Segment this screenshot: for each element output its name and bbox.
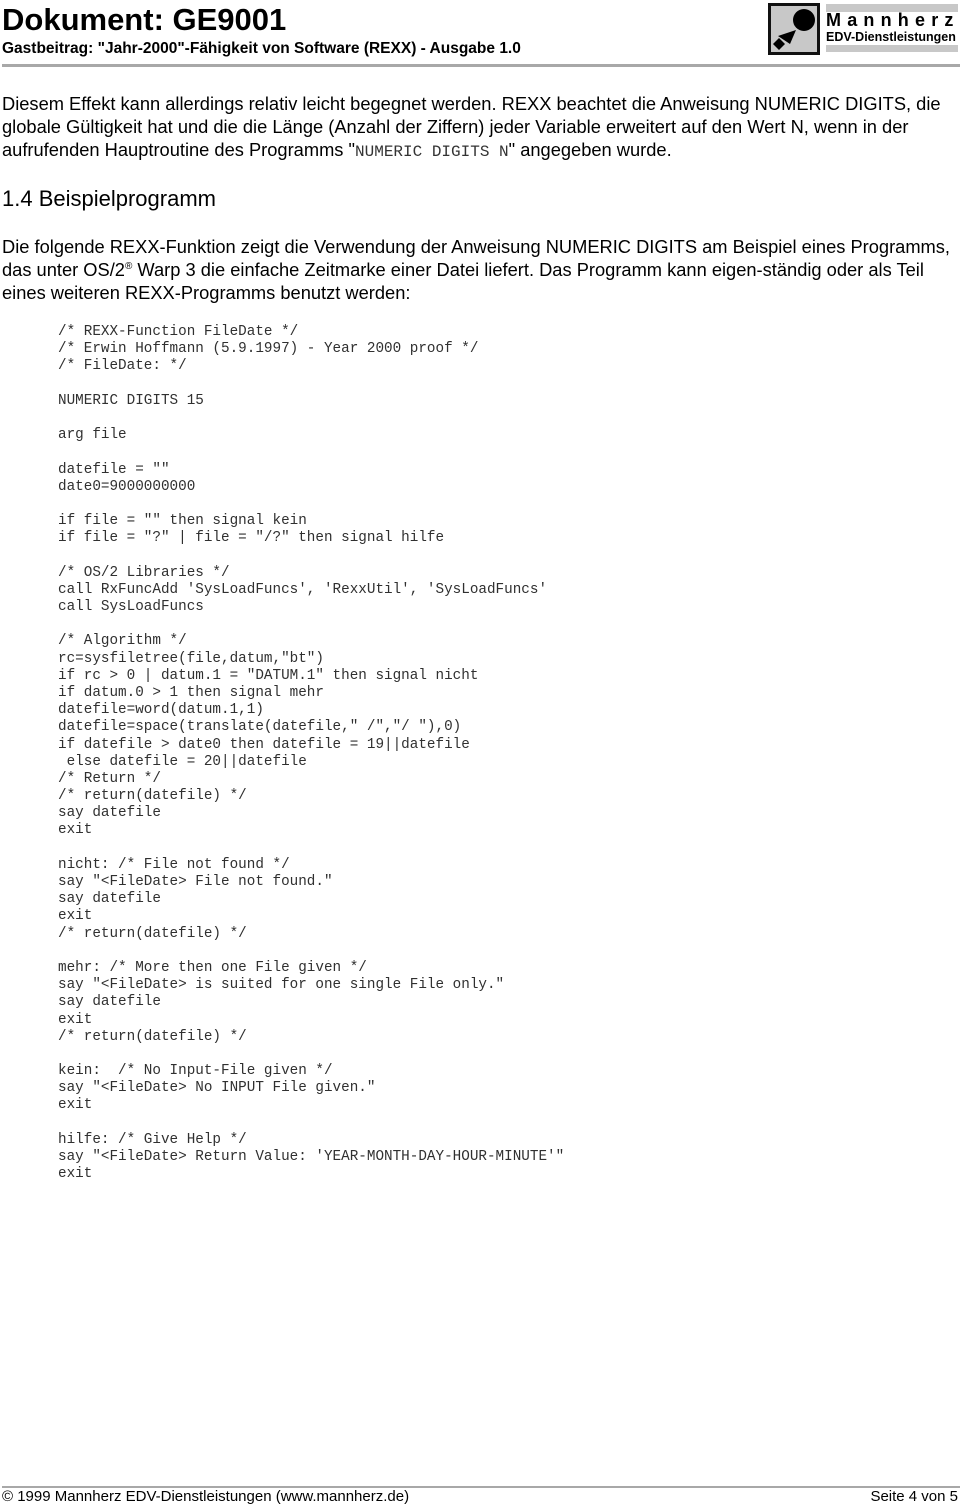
code-line: /* OS/2 Libraries */ [58, 564, 230, 581]
code-line: rc=sysfiletree(file,datum,"bt") [58, 650, 324, 667]
document-subtitle: Gastbeitrag: "Jahr-2000"-Fähigkeit von S… [2, 40, 521, 57]
code-line: date0=9000000000 [58, 478, 196, 495]
section-text-2: Warp 3 die einfache Zeitmarke einer Date… [2, 259, 924, 303]
code-line: /* return(datefile) */ [58, 1028, 247, 1045]
code-line: /* return(datefile) */ [58, 925, 247, 942]
code-line: /* Erwin Hoffmann (5.9.1997) - Year 2000… [58, 341, 479, 358]
code-line: /* Return */ [58, 770, 161, 787]
code-line: say "<FileDate> is suited for one single… [58, 977, 505, 994]
code-line: /* return(datefile) */ [58, 788, 247, 805]
code-line: exit [58, 822, 93, 839]
code-line: /* Algorithm */ [58, 633, 187, 650]
code-line: exit [58, 1166, 93, 1183]
code-line: kein: /* No Input-File given */ [58, 1063, 333, 1080]
brand-name: Mannherz [826, 10, 960, 30]
code-line: call SysLoadFuncs [58, 599, 204, 615]
code-line: exit [58, 1097, 93, 1114]
section-paragraph: Die folgende REXX-Funktion zeigt die Ver… [2, 235, 957, 304]
code-line: if file = "" then signal kein [58, 513, 307, 530]
mannherz-logo-icon [768, 3, 820, 55]
code-line: exit [58, 1011, 93, 1028]
brand-bar-bottom [826, 45, 958, 52]
code-line: NUMERIC DIGITS 15 [58, 392, 204, 409]
inline-code: NUMERIC DIGITS N [355, 143, 509, 161]
brand-tagline: EDV-Dienstleistungen [826, 30, 956, 44]
code-line: say datefile [58, 891, 161, 908]
code-line: /* REXX-Function FileDate */ [58, 324, 299, 340]
code-listing: /* REXX-Function FileDate *//* Erwin Hof… [58, 324, 564, 1183]
code-line: datefile = "" [58, 461, 170, 478]
code-line: if datum.0 > 1 then signal mehr [58, 684, 324, 701]
code-line: datefile=space(translate(datefile," /","… [58, 719, 462, 736]
code-line: mehr: /* More then one File given */ [58, 959, 367, 976]
code-line: /* FileDate: */ [58, 358, 187, 375]
logo-glyph-icon [773, 9, 815, 50]
code-line: if file = "?" | file = "/?" then signal … [58, 530, 445, 547]
code-line: say "<FileDate> Return Value: 'YEAR-MONT… [58, 1149, 565, 1165]
code-line: arg file [58, 427, 127, 444]
code-line: say datefile [58, 994, 161, 1011]
code-line: else datefile = 20||datefile [58, 753, 307, 770]
code-line: hilfe: /* Give Help */ [58, 1131, 247, 1148]
document-title: Dokument: GE9001 [2, 2, 287, 37]
footer-copyright: © 1999 Mannherz EDV-Dienstleistungen (ww… [2, 1488, 410, 1505]
code-line: call RxFuncAdd 'SysLoadFuncs', 'RexxUtil… [58, 581, 548, 598]
code-line: say datefile [58, 805, 161, 822]
code-line: if datefile > date0 then datefile = 19||… [58, 736, 470, 753]
code-line: nicht: /* File not found */ [58, 856, 290, 873]
code-line: say "<FileDate> No INPUT File given." [58, 1080, 376, 1097]
header-divider [2, 64, 960, 67]
code-line: if rc > 0 | datum.1 = "DATUM.1" then sig… [58, 667, 479, 684]
code-line: say "<FileDate> File not found." [58, 874, 333, 890]
intro-text-end: " angegeben wurde. [508, 139, 672, 160]
intro-paragraph: Diesem Effekt kann allerdings relativ le… [2, 92, 957, 164]
section-heading: 1.4 Beispielprogramm [2, 186, 216, 211]
code-line: exit [58, 908, 93, 925]
page-number: Seite 4 von 5 [870, 1488, 958, 1505]
code-line: datefile=word(datum.1,1) [58, 702, 264, 719]
